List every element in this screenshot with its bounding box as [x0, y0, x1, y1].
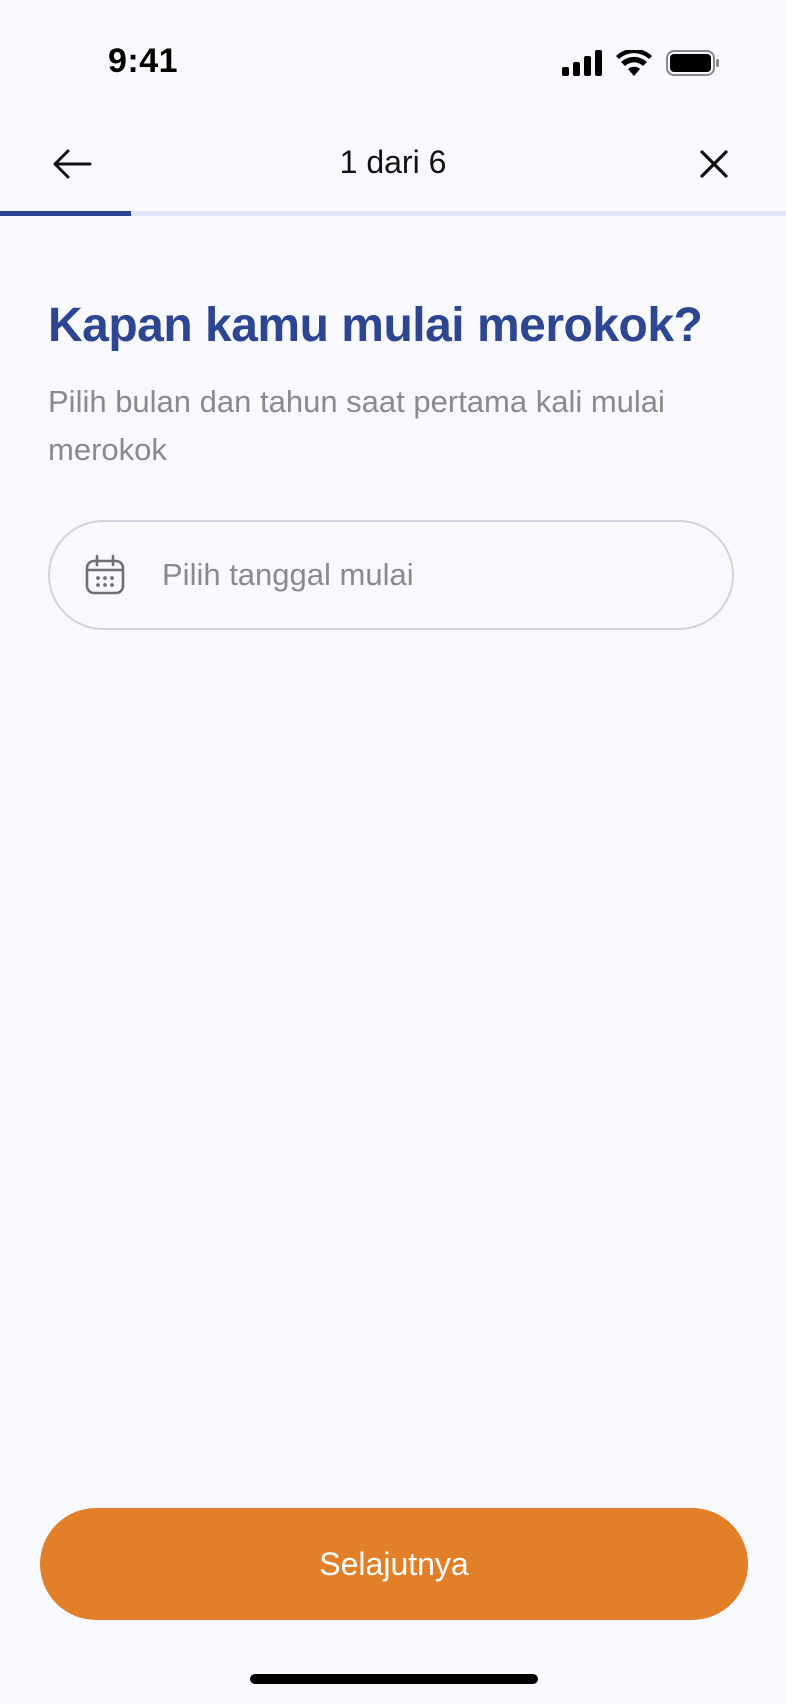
- question-subtitle: Pilih bulan dan tahun saat pertama kali …: [48, 384, 665, 467]
- close-icon: [699, 149, 729, 184]
- battery-icon: [666, 50, 720, 81]
- next-button[interactable]: Selajutnya: [40, 1508, 748, 1620]
- status-bar: 9:41: [0, 0, 786, 120]
- progress-track: [0, 211, 786, 216]
- progress-fill: [0, 211, 132, 216]
- question-title: Kapan kamu mulai merokok?: [48, 299, 703, 352]
- home-indicator: [250, 1674, 538, 1684]
- start-date-placeholder: Pilih tanggal mulai: [162, 557, 414, 592]
- calendar-icon: [84, 554, 126, 596]
- step-indicator: 1 dari 6: [339, 144, 447, 180]
- status-icons: [562, 48, 720, 81]
- wifi-icon: [616, 48, 652, 81]
- start-date-field[interactable]: Pilih tanggal mulai: [48, 520, 734, 630]
- status-time: 9:41: [108, 42, 179, 80]
- cellular-signal-icon: [562, 50, 602, 81]
- nav-bar: 1 dari 6: [0, 120, 786, 212]
- close-button[interactable]: [682, 134, 746, 198]
